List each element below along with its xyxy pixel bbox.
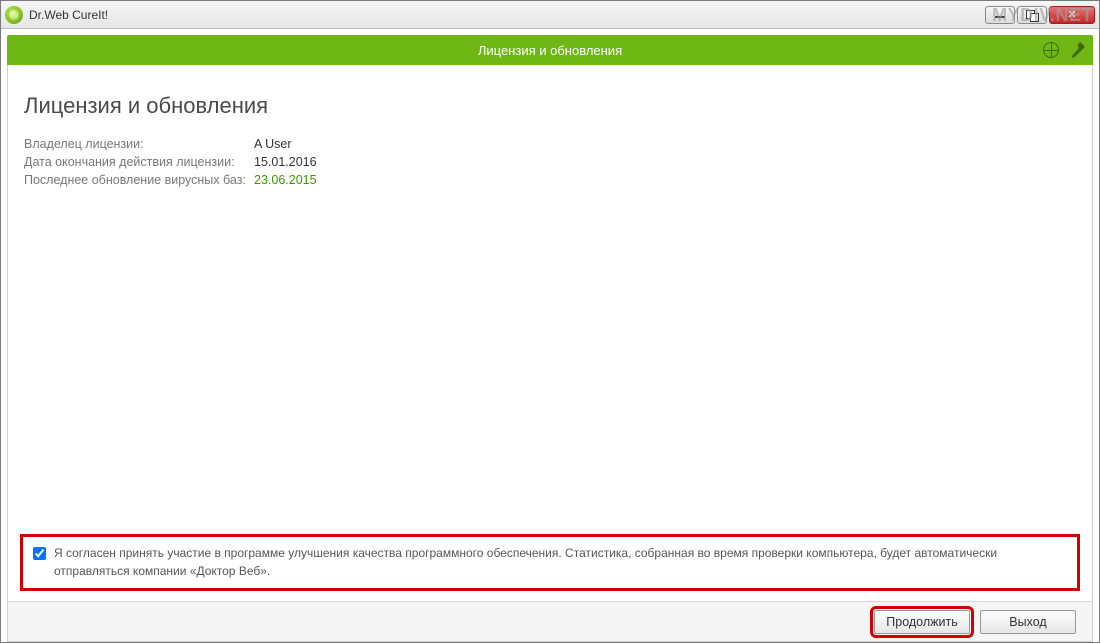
titlebar: Dr.Web CureIt! <box>1 1 1099 29</box>
license-expiry-value: 15.01.2016 <box>254 155 317 169</box>
continue-button[interactable]: Продолжить <box>874 610 970 634</box>
content-area: Лицензия и обновления Владелец лицензии:… <box>7 65 1093 642</box>
close-button[interactable] <box>1049 6 1095 24</box>
globe-icon[interactable] <box>1043 42 1059 58</box>
db-update-row: Последнее обновление вирусных баз: 23.06… <box>24 173 1076 187</box>
consent-checkbox[interactable] <box>33 547 46 560</box>
consent-box: Я согласен принять участие в программе у… <box>20 534 1080 591</box>
app-window: Dr.Web CureIt! MYDIV.NET Лицензия и обно… <box>0 0 1100 643</box>
maximize-button[interactable] <box>1017 6 1047 24</box>
footer-bar: Продолжить Выход <box>8 601 1092 641</box>
header-title: Лицензия и обновления <box>478 43 622 58</box>
license-expiry-label: Дата окончания действия лицензии: <box>24 155 254 169</box>
license-owner-value: A User <box>254 137 292 151</box>
license-expiry-row: Дата окончания действия лицензии: 15.01.… <box>24 155 1076 169</box>
db-update-label: Последнее обновление вирусных баз: <box>24 173 254 187</box>
consent-text: Я согласен принять участие в программе у… <box>54 545 1067 580</box>
window-controls <box>985 6 1095 24</box>
license-owner-row: Владелец лицензии: A User <box>24 137 1076 151</box>
exit-button[interactable]: Выход <box>980 610 1076 634</box>
app-header: Лицензия и обновления <box>7 35 1093 65</box>
window-title: Dr.Web CureIt! <box>29 8 108 22</box>
db-update-value: 23.06.2015 <box>254 173 317 187</box>
settings-icon[interactable] <box>1069 42 1085 58</box>
app-icon <box>5 6 23 24</box>
page-title: Лицензия и обновления <box>24 93 1076 119</box>
minimize-button[interactable] <box>985 6 1015 24</box>
license-owner-label: Владелец лицензии: <box>24 137 254 151</box>
